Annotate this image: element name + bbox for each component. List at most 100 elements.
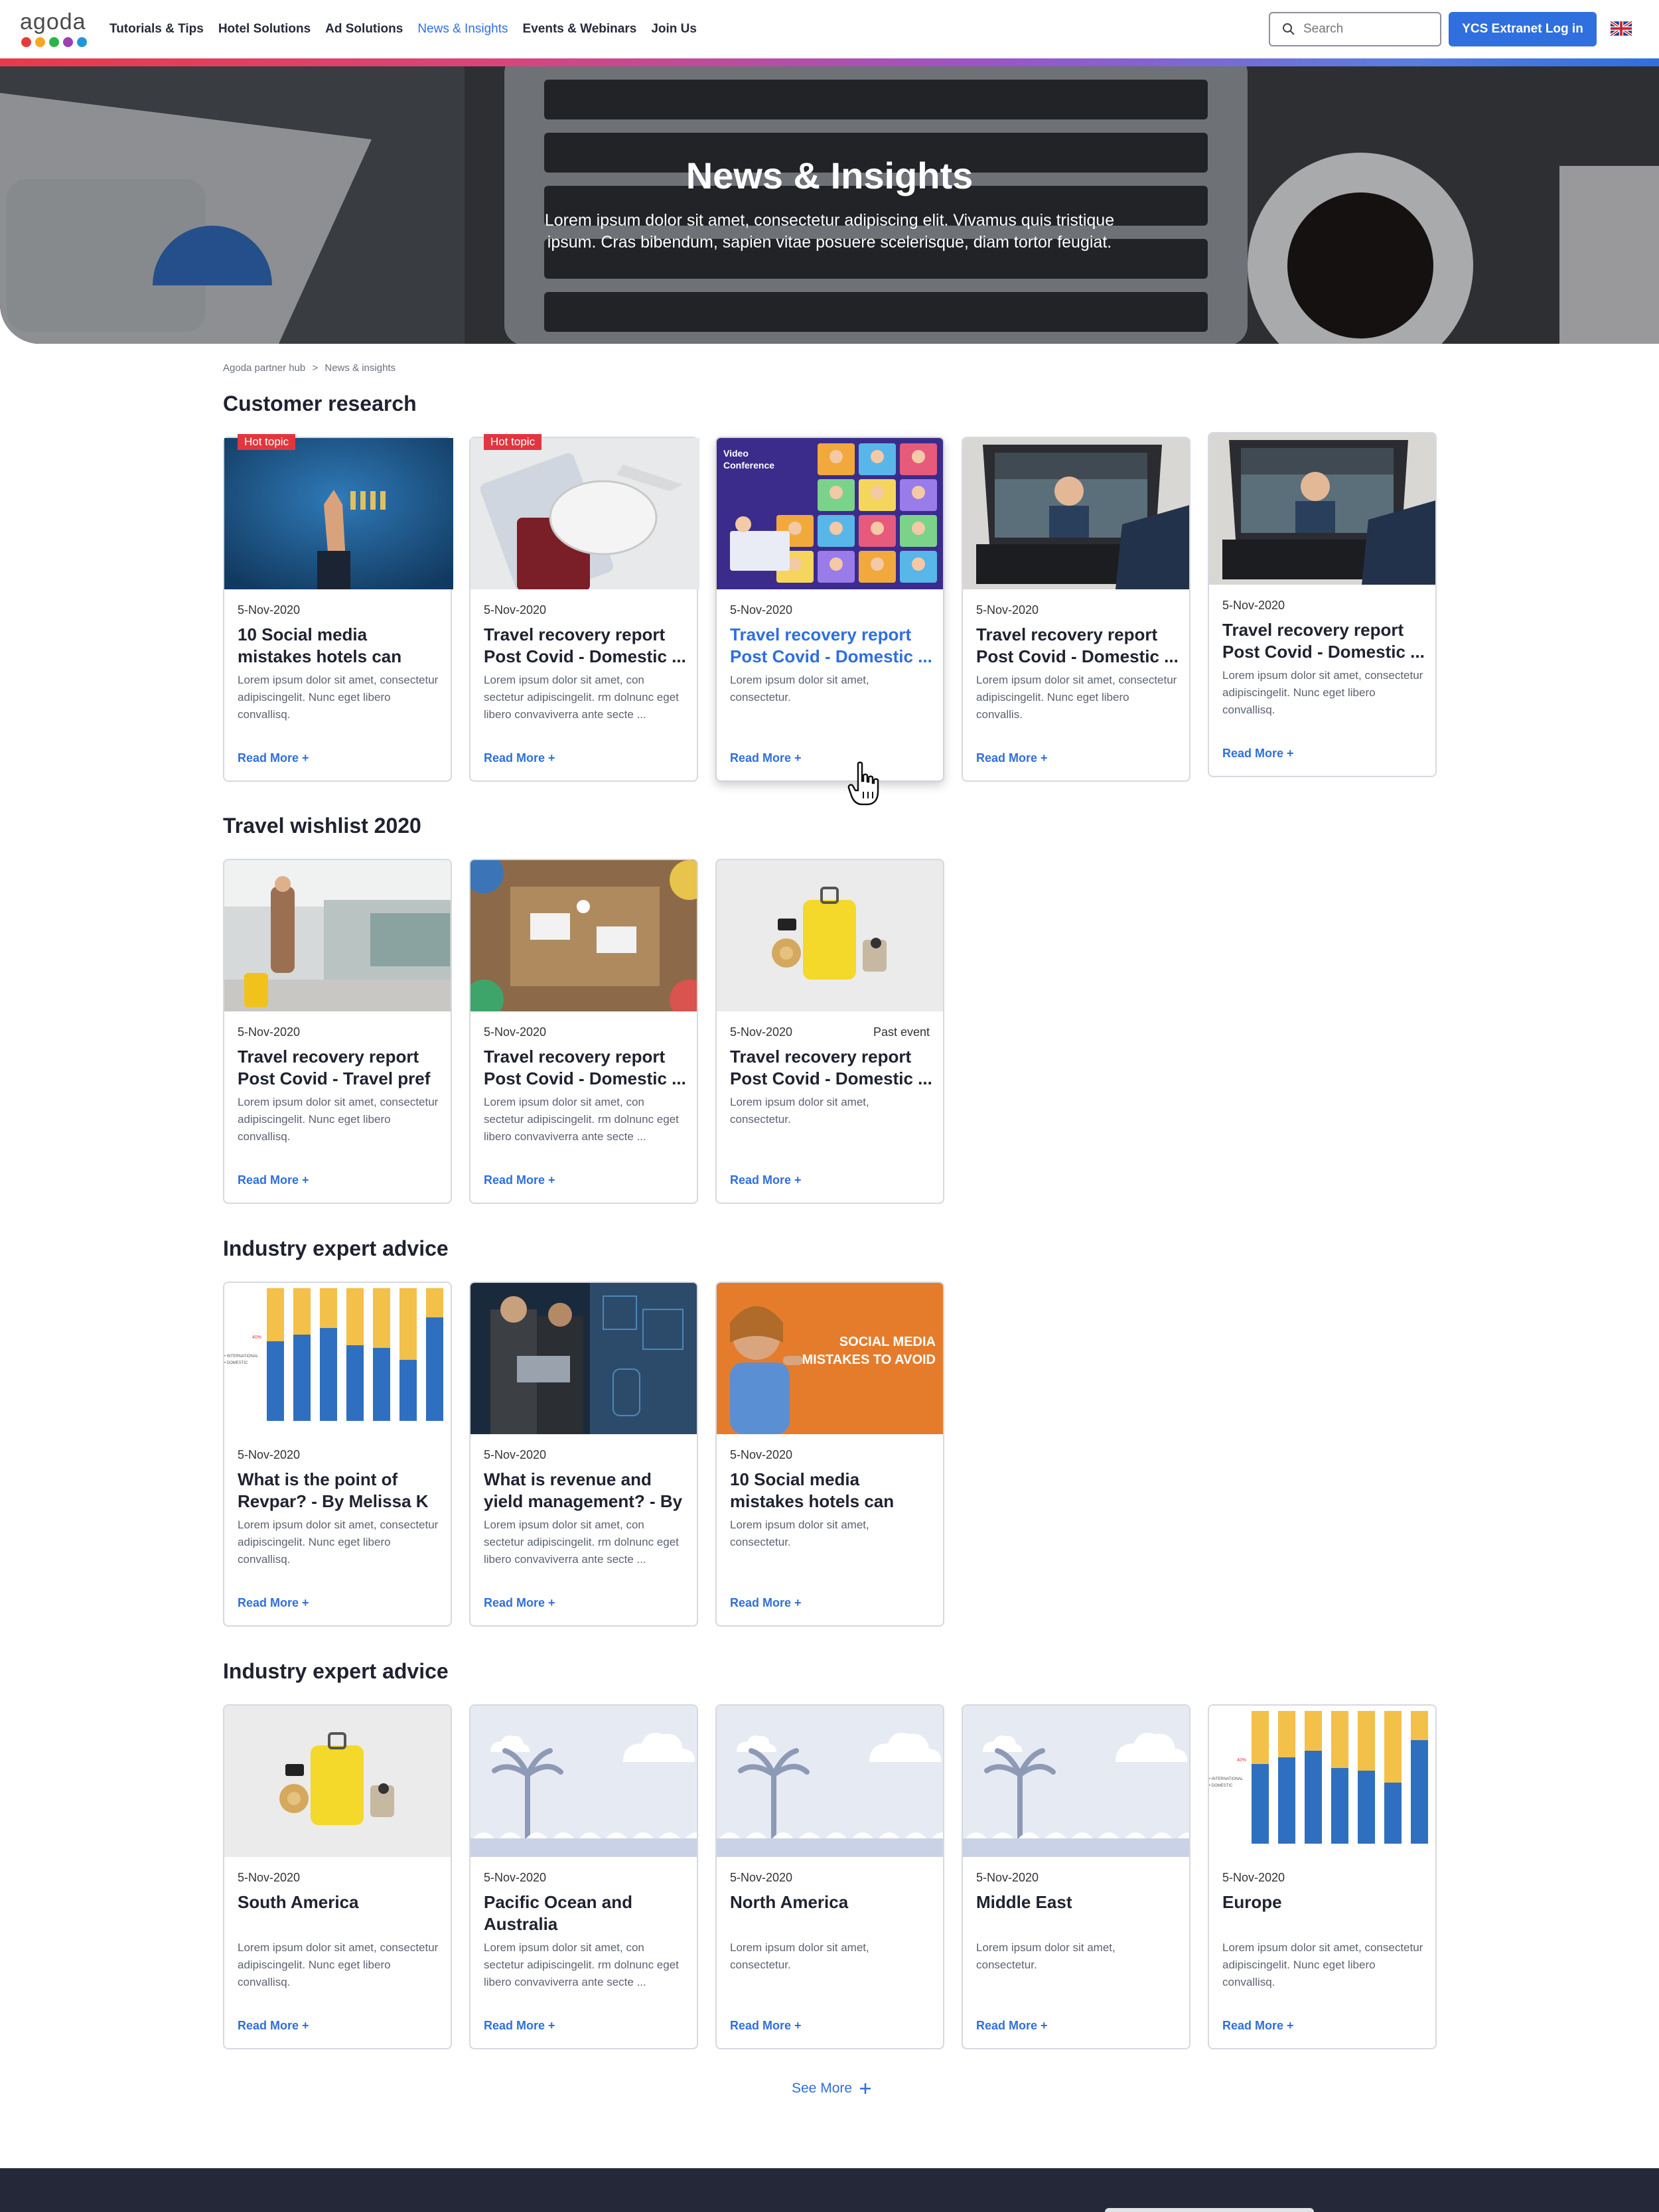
article-card[interactable]: 40% • INTERNATIONAL • DOMESTIC 5-Nov-2020 Eu… [1208,1704,1437,2049]
card-image[interactable]: SOCIAL MEDIA MISTAKES TO AVOID [717,1283,943,1434]
card-image[interactable] [224,860,451,1011]
read-more-link[interactable]: Read More + [238,751,309,765]
card-title[interactable]: Travel recovery report Post Covid - Dome… [484,1046,686,1090]
card-image[interactable] [1209,433,1435,585]
top-nav: agoda Tutorials & Tips Hotel Solutions A… [0,0,1659,58]
menu-item-tutorials[interactable]: Tutorials & Tips [109,22,204,37]
card-title[interactable]: Europe [1222,1891,1425,1913]
read-more-link[interactable]: Read More + [238,2019,309,2033]
card-date: 5-Nov-2020 [1222,1871,1285,1884]
svg-text:• INTERNATIONAL: • INTERNATIONAL [224,1355,259,1359]
article-card[interactable]: 5-Nov-2020 South America Lorem ipsum dolor… [223,1704,452,2049]
card-title[interactable]: Middle East [976,1891,1179,1913]
footer [0,2168,1659,2212]
card-description: Lorem ipsum dolor sit amet, con sectetur… [484,1941,679,1988]
card-title[interactable]: 10 Social media mistakes hotels can avoi… [238,624,440,668]
read-more-link[interactable]: Read More + [484,1596,555,1610]
ycs-login-button[interactable]: YCS Extranet Log in [1449,12,1597,46]
breadcrumb: Agoda partner hub > News & insights [223,362,399,374]
card-description: Lorem ipsum dolor sit amet, consectetur. [730,674,869,703]
read-more-link[interactable]: Read More + [1222,2019,1294,2033]
read-more-link[interactable]: Read More + [730,2019,802,2033]
article-card[interactable]: 5-Nov-2020 Travel recovery report Post Co… [223,859,452,1204]
card-image[interactable] [470,860,697,1011]
read-more-link[interactable]: Read More + [976,751,1048,765]
card-title[interactable]: Travel recovery report Post Covid - Dome… [1222,619,1425,663]
card-title[interactable]: 10 Social media mistakes hotels can avoi… [730,1469,932,1512]
menu-item-join-us[interactable]: Join Us [651,22,697,37]
read-more-link[interactable]: Read More + [976,2019,1048,2033]
menu-item-ad-solutions[interactable]: Ad Solutions [325,22,403,37]
card-image[interactable]: 40% • INTERNATIONAL • DOMESTIC [224,1283,451,1434]
read-more-link[interactable]: Read More + [238,1173,309,1187]
card-image[interactable] [717,860,943,1011]
section-title-industry-advice-2: Industry expert advice [223,1659,449,1683]
article-card[interactable]: 5-Nov-2020 Past event Travel recovery repo… [715,859,944,1204]
read-more-link[interactable]: Read More + [484,2019,555,2033]
read-more-link[interactable]: Read More + [730,751,802,765]
article-card[interactable]: 5-Nov-2020 Middle East Lorem ipsum dolor s… [962,1704,1190,2049]
card-image[interactable] [470,1706,697,1857]
see-more-button[interactable]: See More [792,2081,872,2097]
card-date: 5-Nov-2020 [238,1025,301,1039]
hot-topic-badge: Hot topic [238,434,296,450]
card-title[interactable]: What is the point of Revpar? - By Meliss… [238,1469,440,1512]
card-description: Lorem ipsum dolor sit amet, consectetur. [976,1941,1116,1971]
card-date: 5-Nov-2020 [730,1448,793,1461]
card-image[interactable] [224,1706,451,1857]
menu-item-news-insights[interactable]: News & Insights [417,22,508,37]
breadcrumb-root[interactable]: Agoda partner hub [223,362,305,374]
card-image[interactable] [963,438,1189,589]
card-title[interactable]: Travel recovery report Post Covid - Dome… [730,1046,932,1090]
article-card[interactable]: 5-Nov-2020 Travel recovery report Post Co… [1208,432,1437,777]
see-more-label: See More [792,2081,853,2096]
card-image[interactable] [470,1283,697,1434]
article-card[interactable]: Video Conference 5-Nov-2020 Travel recovery… [715,437,944,782]
article-card[interactable]: 5-Nov-2020 North America Lorem ipsum dolor… [715,1704,944,2049]
card-title[interactable]: Travel recovery report Post Covid - Dome… [484,624,686,668]
read-more-link[interactable]: Read More + [484,1173,555,1187]
read-more-link[interactable]: Read More + [238,1596,309,1610]
card-description: Lorem ipsum dolor sit amet, consectetur … [976,674,1177,721]
card-title[interactable]: Travel recovery report Post Covid - Dome… [976,624,1179,668]
article-card[interactable]: 5-Nov-2020 Travel recovery report Post Co… [469,859,698,1204]
menu-item-events-webinars[interactable]: Events & Webinars [523,22,637,37]
card-image[interactable]: Video Conference [717,438,943,589]
search-box[interactable] [1269,12,1441,46]
card-image[interactable] [963,1706,1189,1857]
card-image[interactable] [470,438,699,589]
read-more-link[interactable]: Read More + [1222,747,1294,761]
card-description: Lorem ipsum dolor sit amet, consectetur … [1222,1941,1423,1988]
card-image[interactable] [224,438,453,589]
article-card[interactable]: Hot topic 5-Nov-2020 10 Social media mista… [223,434,453,782]
read-more-link[interactable]: Read More + [730,1596,802,1610]
main-menu: Tutorials & Tips Hotel Solutions Ad Solu… [109,0,697,58]
article-card[interactable]: 5-Nov-2020 What is revenue and yield mana… [469,1282,698,1627]
read-more-link[interactable]: Read More + [730,1173,802,1187]
card-title[interactable]: What is revenue and yield management? - … [484,1469,686,1512]
article-card[interactable]: 40% • INTERNATIONAL • DOMESTIC 5-Nov-2020 Wh… [223,1282,452,1627]
card-title[interactable]: Travel recovery report Post Covid - Trav… [238,1046,440,1090]
card-title[interactable]: North America [730,1891,932,1913]
search-input[interactable] [1303,22,1429,37]
article-card[interactable]: SOCIAL MEDIA MISTAKES TO AVOID 5-Nov-2020 1… [715,1282,944,1627]
card-date: 5-Nov-2020 [238,1871,301,1884]
card-image[interactable]: 40% • INTERNATIONAL • DOMESTIC [1209,1706,1435,1857]
article-card[interactable]: Hot topic 5-Nov-2020 Travel recovery repor… [469,434,699,782]
card-title[interactable]: South America [238,1891,440,1913]
card-date: 5-Nov-2020 [976,1871,1039,1884]
card-title[interactable]: Travel recovery report Post Covid - Dome… [730,624,932,668]
agoda-logo[interactable]: agoda [20,9,93,49]
card-date: 5-Nov-2020 [1222,599,1285,612]
read-more-link[interactable]: Read More + [484,751,555,765]
card-description: Lorem ipsum dolor sit amet, consectetur … [238,674,439,721]
article-card[interactable]: 5-Nov-2020 Pacific Ocean and Australia Lor… [469,1704,698,2049]
card-date: 5-Nov-2020 [238,1448,301,1461]
article-card[interactable]: 5-Nov-2020 Travel recovery report Post Co… [962,437,1190,782]
uk-flag-icon[interactable] [1611,21,1632,37]
svg-text:• INTERNATIONAL: • INTERNATIONAL [1209,1777,1244,1781]
menu-item-hotel-solutions[interactable]: Hotel Solutions [218,22,311,37]
svg-text:40%: 40% [1237,1758,1246,1763]
card-title[interactable]: Pacific Ocean and Australia [484,1891,686,1935]
card-image[interactable] [717,1706,943,1857]
